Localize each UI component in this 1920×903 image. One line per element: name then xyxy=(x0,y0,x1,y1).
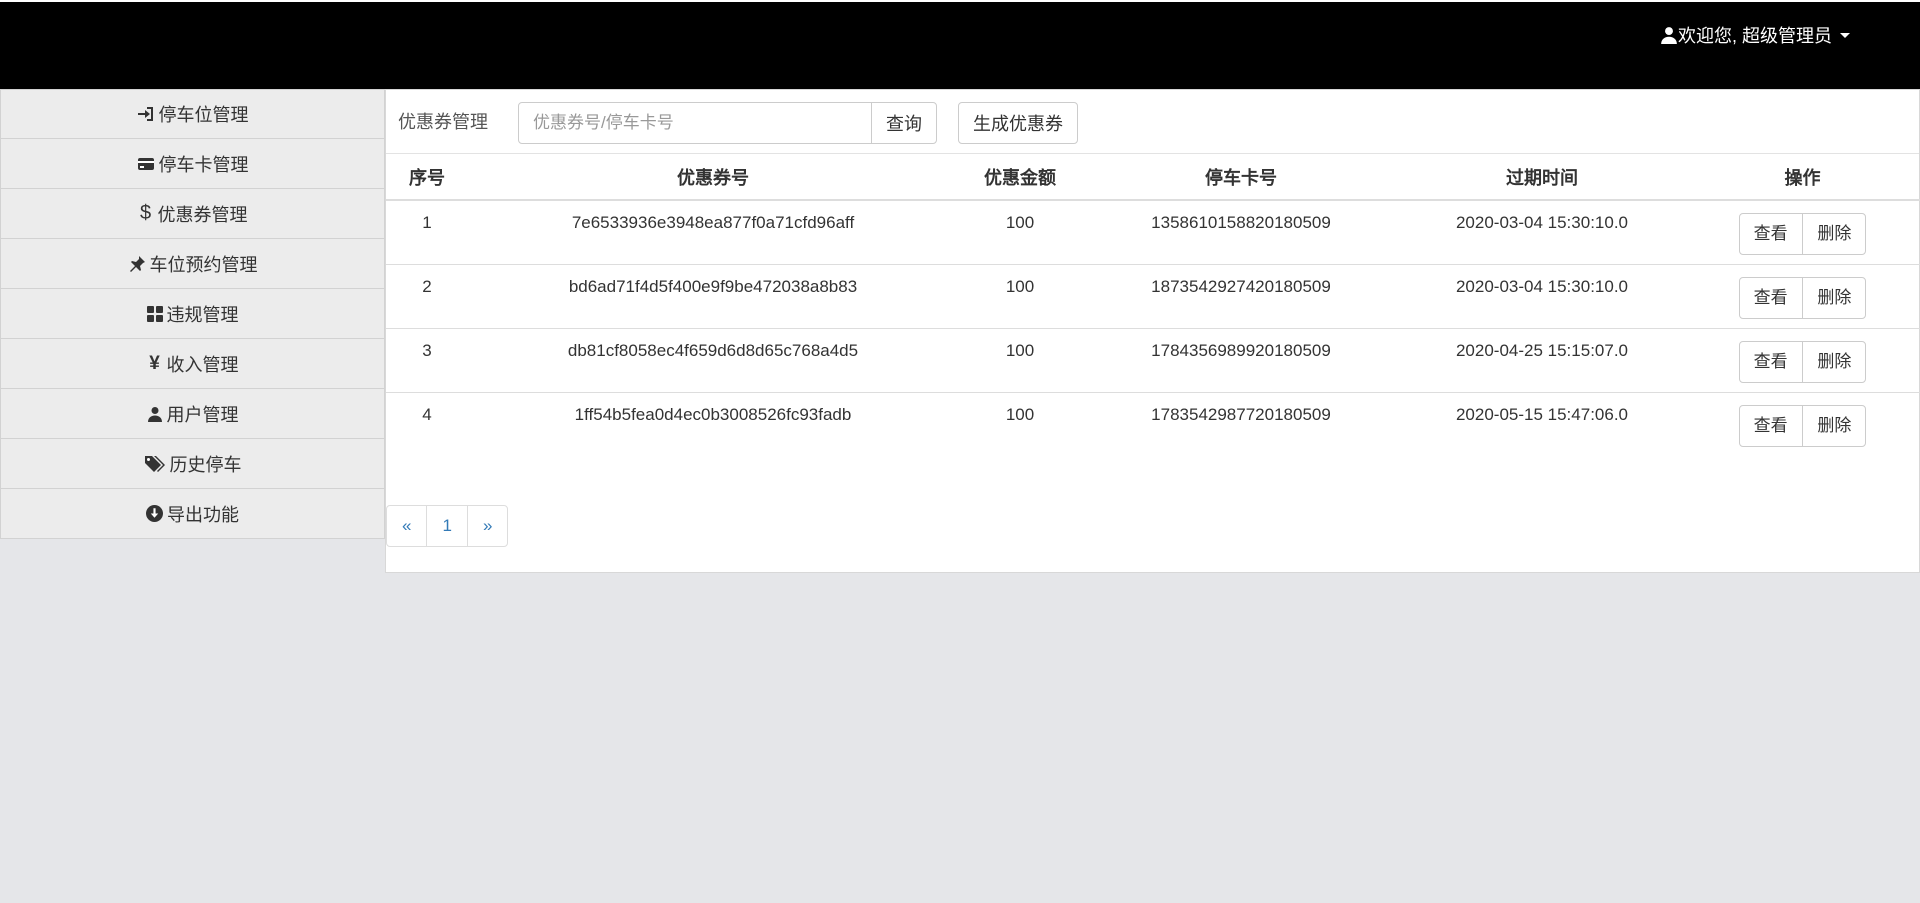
cell-expire-time: 2020-05-15 15:47:06.0 xyxy=(1400,391,1684,456)
pagination: « 1 » xyxy=(386,505,509,547)
view-button[interactable]: 查看 xyxy=(1738,276,1803,319)
sidebar-item-label: 收入管理 xyxy=(166,354,239,375)
coupon-panel: 优惠券管理 查询 生成优惠券 序号 优惠券号 优惠金额 停车卡号 过期时间 操作… xyxy=(385,89,1920,573)
user-icon xyxy=(147,406,163,422)
table-row: 2 bd6ad71f4d5f400e9f9be472038a8b83 100 1… xyxy=(386,263,1920,328)
sidebar-item-parking-space[interactable]: 停车位管理 xyxy=(0,89,385,139)
page-title: 优惠券管理 xyxy=(398,112,488,132)
cell-actions: 查看 删除 xyxy=(1684,263,1920,328)
sidebar-item-label: 违规管理 xyxy=(166,304,239,325)
sidebar-item-label: 优惠券管理 xyxy=(157,204,248,225)
credit-card-icon xyxy=(137,157,155,171)
cell-amount: 100 xyxy=(958,391,1082,456)
pagination-page-1[interactable]: 1 xyxy=(426,505,468,547)
query-button[interactable]: 查询 xyxy=(871,102,937,144)
column-header-expire-time: 过期时间 xyxy=(1400,154,1684,201)
cell-coupon-code: bd6ad71f4d5f400e9f9be472038a8b83 xyxy=(468,263,958,328)
download-icon xyxy=(146,505,163,522)
cell-card-number: 1358610158820180509 xyxy=(1151,213,1331,232)
table-row: 3 db81cf8058ec4f659d6d8d65c768a4d5 100 1… xyxy=(386,327,1920,392)
user-greeting: 欢迎您, 超级管理员 xyxy=(1677,26,1832,46)
sidebar-item-income[interactable]: ¥ 收入管理 xyxy=(0,339,385,389)
sidebar-item-label: 导出功能 xyxy=(167,504,239,525)
column-header-card-number: 停车卡号 xyxy=(1082,154,1400,201)
delete-button[interactable]: 删除 xyxy=(1802,404,1867,447)
cell-actions: 查看 删除 xyxy=(1684,200,1920,264)
column-header-coupon-code: 优惠券号 xyxy=(468,154,958,201)
delete-button[interactable]: 删除 xyxy=(1802,340,1867,383)
table-header-row: 序号 优惠券号 优惠金额 停车卡号 过期时间 操作 xyxy=(386,154,1920,201)
sidebar-item-label: 历史停车 xyxy=(169,454,242,475)
yen-icon: ¥ xyxy=(149,352,160,374)
generate-coupon-button[interactable]: 生成优惠券 xyxy=(958,102,1078,144)
view-button[interactable]: 查看 xyxy=(1738,404,1803,447)
cell-card-number: 1783542987720180509 xyxy=(1082,391,1400,456)
pagination-next[interactable]: » xyxy=(466,505,509,547)
delete-button[interactable]: 删除 xyxy=(1802,276,1867,319)
cell-card-number: 1873542927420180509 xyxy=(1082,263,1400,328)
sidebar-item-parking-card[interactable]: 停车卡管理 xyxy=(0,139,385,189)
sidebar-item-history[interactable]: 历史停车 xyxy=(0,439,385,489)
sidebar-item-coupon[interactable]: $ 优惠券管理 xyxy=(0,189,385,239)
cell-expire-time: 2020-03-04 15:30:10.0 xyxy=(1400,263,1684,328)
column-header-actions: 操作 xyxy=(1684,154,1920,201)
column-header-seq: 序号 xyxy=(386,154,468,201)
sidebar-item-reservation[interactable]: 车位预约管理 xyxy=(0,239,385,289)
view-button[interactable]: 查看 xyxy=(1738,213,1803,255)
cell-expire-time: 2020-04-25 15:15:07.0 xyxy=(1400,327,1684,392)
cell-actions: 查看 删除 xyxy=(1684,391,1920,456)
cell-card-number: 1784356989920180509 xyxy=(1082,327,1400,392)
cell-seq: 4 xyxy=(386,391,468,456)
cell-actions: 查看 删除 xyxy=(1684,327,1920,392)
cell-coupon-code: 7e6533936e3948ea877f0a71cfd96aff xyxy=(571,213,855,232)
cell-seq: 3 xyxy=(386,327,468,392)
cell-seq: 1 xyxy=(422,213,432,232)
user-icon xyxy=(1660,26,1678,44)
cell-expire-time: 2020-03-04 15:30:10.0 xyxy=(1455,213,1629,232)
user-menu-toggle[interactable]: 欢迎您, 超级管理员 xyxy=(1660,22,1850,48)
cell-amount: 100 xyxy=(1005,213,1035,232)
sidebar-item-violation[interactable]: 违规管理 xyxy=(0,289,385,339)
cell-seq: 2 xyxy=(386,263,468,328)
cell-amount: 100 xyxy=(958,327,1082,392)
delete-button[interactable]: 删除 xyxy=(1802,213,1867,255)
cell-coupon-code: db81cf8058ec4f659d6d8d65c768a4d5 xyxy=(468,327,958,392)
sidebar-item-label: 停车卡管理 xyxy=(158,154,249,175)
coupon-table: 序号 优惠券号 优惠金额 停车卡号 过期时间 操作 1 7e6533936e39… xyxy=(386,154,1920,456)
chevron-down-icon xyxy=(1840,32,1850,38)
sidebar-item-label: 用户管理 xyxy=(166,404,239,425)
th-large-icon xyxy=(146,305,163,322)
sidebar: 停车位管理 停车卡管理 $ 优惠券管理 车位预约管理 违规管理 ¥ 收入管理 用… xyxy=(0,89,385,539)
dollar-icon: $ xyxy=(139,202,152,224)
toolbar: 优惠券管理 查询 生成优惠券 xyxy=(386,90,1919,154)
column-header-amount: 优惠金额 xyxy=(958,154,1082,201)
tags-icon xyxy=(144,455,166,473)
table-row: 1 7e6533936e3948ea877f0a71cfd96aff 100 1… xyxy=(386,200,1920,264)
sidebar-item-label: 停车位管理 xyxy=(158,105,249,125)
cell-amount: 100 xyxy=(958,263,1082,328)
pushpin-icon xyxy=(128,255,146,273)
sign-in-icon xyxy=(137,106,155,122)
cell-coupon-code: 1ff54b5fea0d4ec0b3008526fc93fadb xyxy=(468,391,958,456)
sidebar-item-export[interactable]: 导出功能 xyxy=(0,489,385,539)
view-button[interactable]: 查看 xyxy=(1738,340,1803,383)
pagination-prev[interactable]: « xyxy=(386,505,428,547)
sidebar-item-label: 车位预约管理 xyxy=(149,254,258,275)
sidebar-item-users[interactable]: 用户管理 xyxy=(0,389,385,439)
top-navbar: 欢迎您, 超级管理员 xyxy=(0,0,1920,89)
search-input[interactable] xyxy=(518,102,872,144)
table-row: 4 1ff54b5fea0d4ec0b3008526fc93fadb 100 1… xyxy=(386,391,1920,456)
